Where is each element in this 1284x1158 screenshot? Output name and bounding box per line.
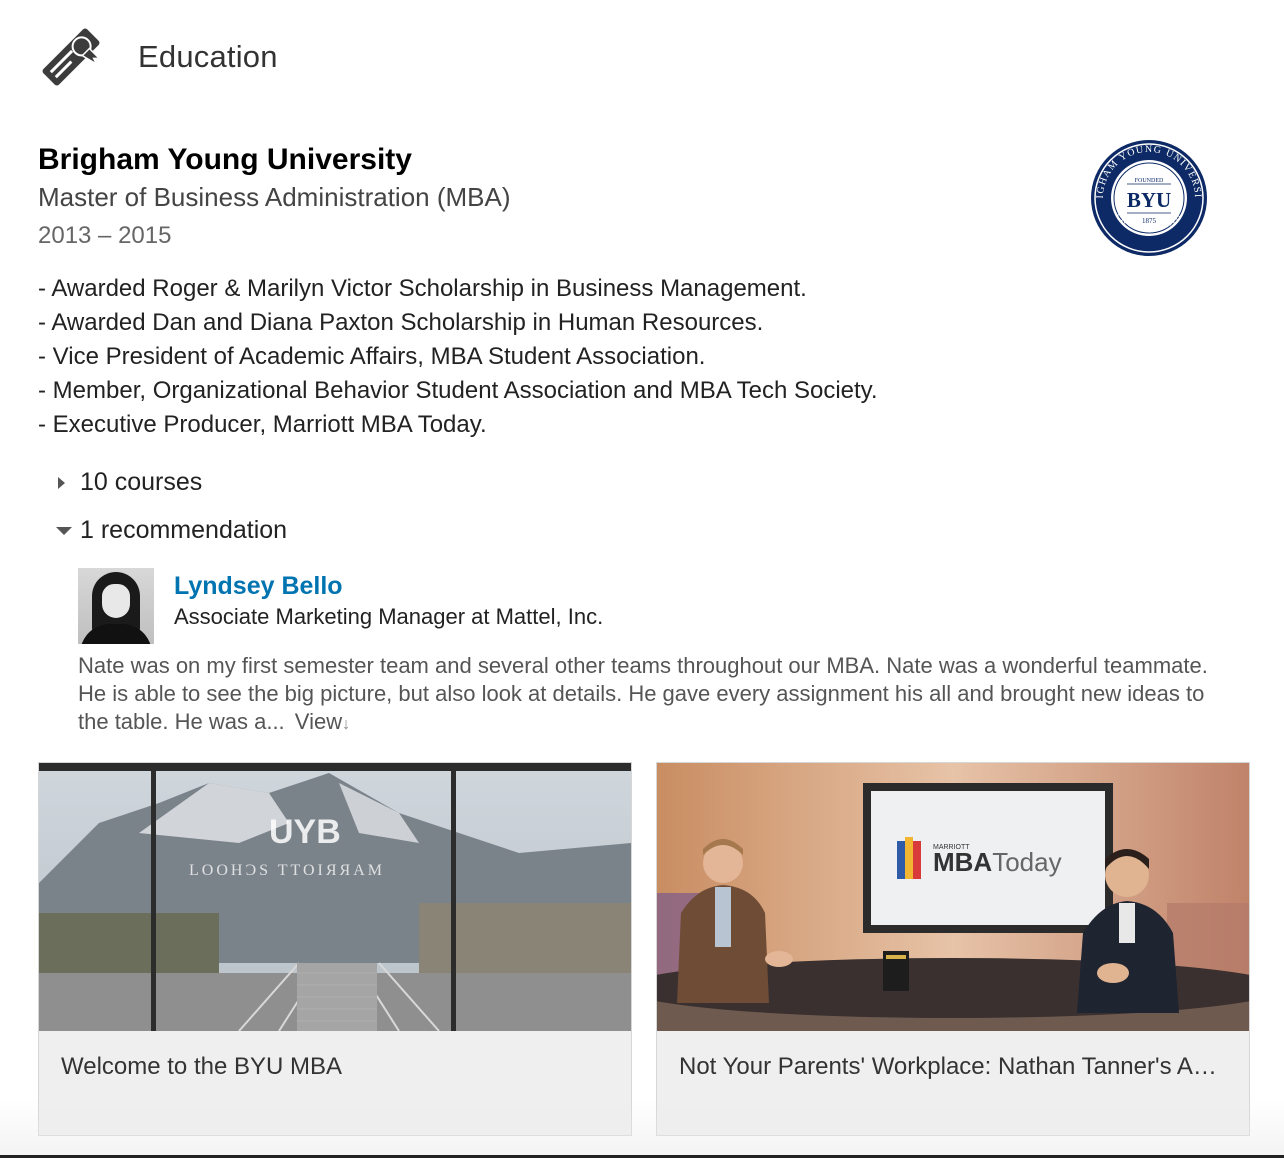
activity-item: - Awarded Dan and Diana Paxton Scholarsh… (38, 309, 764, 336)
svg-text:MBAToday: MBAToday (933, 847, 1062, 877)
media-caption: Welcome to the BYU MBA (61, 1053, 342, 1080)
view-more-link[interactable]: View↓ (295, 709, 350, 734)
activity-item: - Awarded Roger & Marilyn Victor Scholar… (38, 275, 807, 302)
arrow-down-icon: ↓ (342, 716, 351, 733)
diploma-icon (42, 28, 102, 86)
video-thumbnail: MARRIOTT MBAToday (657, 763, 1249, 1031)
media-card-mba-today[interactable]: MARRIOTT MBAToday Not Your Parents' Work… (656, 762, 1250, 1136)
school-info: Brigham Young University Master of Busin… (38, 140, 1088, 254)
recommender-headline: Associate Marketing Manager at Mattel, I… (174, 604, 604, 629)
media-card-byu-mba[interactable]: UYB LOOHƆS TTOIЯЯAM Welcome to the BYU M… (38, 762, 632, 1136)
school-name[interactable]: Brigham Young University (38, 140, 1088, 180)
activity-item: - Vice President of Academic Affairs, MB… (38, 343, 706, 370)
caret-right-icon (58, 476, 65, 489)
activity-item: - Executive Producer, Marriott MBA Today… (38, 411, 487, 438)
svg-text:UYB: UYB (269, 813, 341, 851)
recommender-info: Lyndsey Bello Associate Marketing Manage… (174, 568, 603, 644)
recommendation-body: Nate was on my first semester team and s… (78, 653, 1208, 734)
section-title: Education (138, 39, 278, 74)
byu-seal-icon[interactable]: BRIGHAM YOUNG UNIVERSITY PROVO, UTAH FOU… (1089, 138, 1209, 258)
recommendations-toggle-label: 1 recommendation (80, 516, 288, 544)
courses-toggle-label: 10 courses (80, 468, 203, 496)
svg-text:BYU: BYU (1127, 188, 1171, 212)
svg-text:1875: 1875 (1142, 217, 1157, 225)
svg-text:LOOHƆS TTOIЯЯAM: LOOHƆS TTOIЯЯAM (189, 862, 385, 879)
recommender: Lyndsey Bello Associate Marketing Manage… (78, 568, 603, 644)
recommendation-text: Nate was on my first semester team and s… (78, 652, 1238, 739)
recommendations-toggle[interactable]: 1 recommendation (56, 516, 287, 545)
view-more-label: View (294, 709, 343, 734)
activities-list: - Awarded Roger & Marilyn Victor Scholar… (38, 272, 878, 442)
avatar[interactable] (78, 568, 154, 644)
caret-down-icon (56, 526, 72, 535)
media-caption: Not Your Parents' Workplace: Nathan Tann… (679, 1053, 1249, 1080)
courses-toggle[interactable]: 10 courses (56, 468, 202, 497)
education-section: Education Brigham Young University Maste… (0, 0, 1284, 1158)
recommender-name-link[interactable]: Lyndsey Bello (174, 570, 603, 602)
section-header: Education (36, 22, 278, 92)
svg-text:FOUNDED: FOUNDED (1135, 178, 1164, 184)
activity-item: - Member, Organizational Behavior Studen… (38, 377, 878, 404)
date-range: 2013 – 2015 (38, 222, 172, 249)
degree-name: Master of Business Administration (MBA) (38, 182, 511, 212)
video-thumbnail: UYB LOOHƆS TTOIЯЯAM (39, 763, 631, 1031)
